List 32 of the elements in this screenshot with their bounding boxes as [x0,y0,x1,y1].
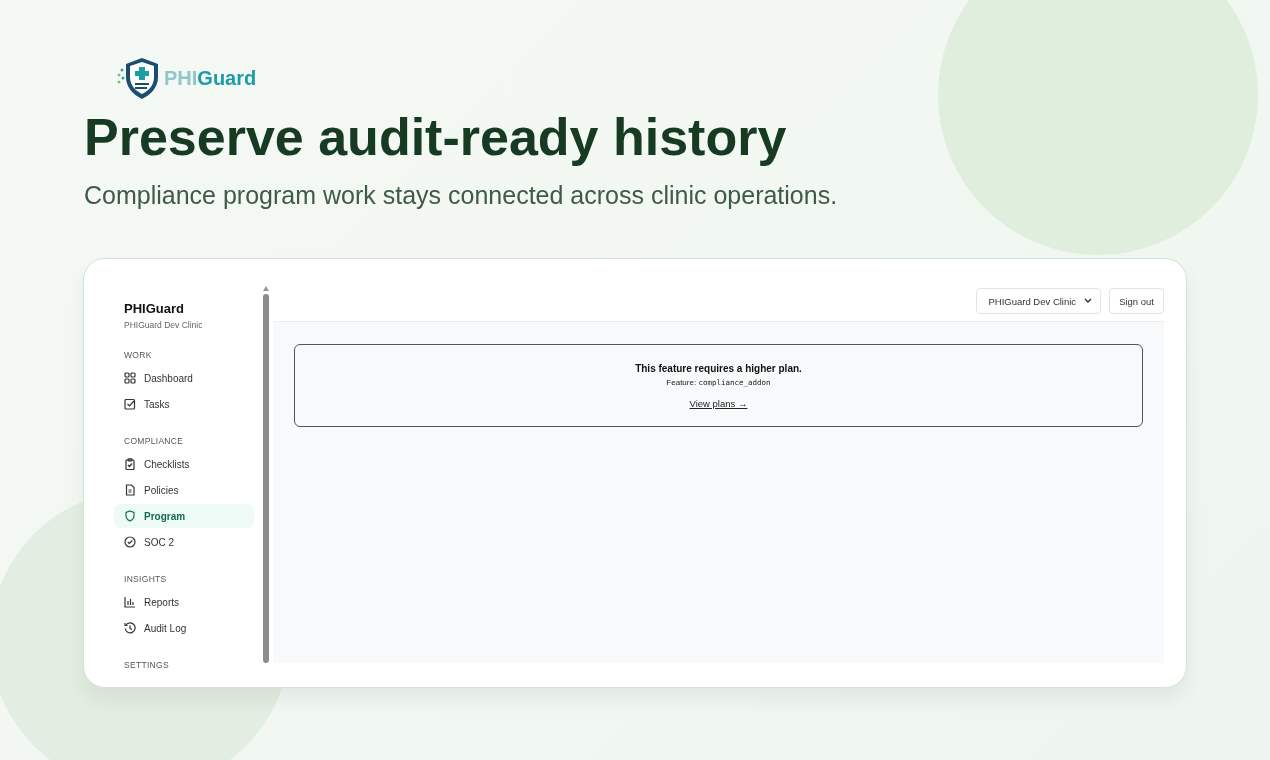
app-name: PHIGuard [124,301,185,316]
view-plans-link[interactable]: View plans → [689,398,748,409]
feature-label: Feature: [666,378,697,387]
logo-text: Guard [197,66,257,90]
document-icon [124,484,136,496]
clinic-select[interactable]: PHIGuard Dev Clinic [976,288,1102,314]
section-label: COMPLIANCE [124,436,185,446]
sidebar-item[interactable]: Checklists [114,452,254,476]
shield-icon [124,510,136,522]
grid-icon [124,372,136,384]
clinic-name: PHIGuard Dev Clinic [124,320,204,330]
notice-title: This feature requires a higher plan. [635,363,802,374]
sidebar-item[interactable]: Policies [114,478,254,502]
headline: Preserve audit-ready history [84,107,788,167]
check-circle-icon [124,536,136,548]
sidebar-item[interactable]: Program [114,504,254,528]
clipboard-icon [124,458,136,470]
subheadline: Compliance program work stays connected across clinic operations. [84,181,839,210]
sidebar-item[interactable]: SOC 2 [114,530,254,554]
sign-out-button[interactable]: Sign out [1109,288,1164,314]
section-label: SETTINGS [124,660,170,670]
section-label: INSIGHTS [124,574,168,584]
sidebar-item[interactable]: Reports [114,590,254,614]
sidebar-item[interactable]: Audit Log [114,616,254,640]
caret-icon [1084,298,1093,304]
sidebar-item[interactable]: Dashboard [114,366,254,390]
check-square-icon [124,398,136,410]
history-icon [124,622,136,634]
sidebar-item[interactable]: Tasks [114,392,254,416]
bars-icon [124,596,136,608]
section-label: WORK [124,350,153,360]
logo-text: PHI [164,66,198,90]
